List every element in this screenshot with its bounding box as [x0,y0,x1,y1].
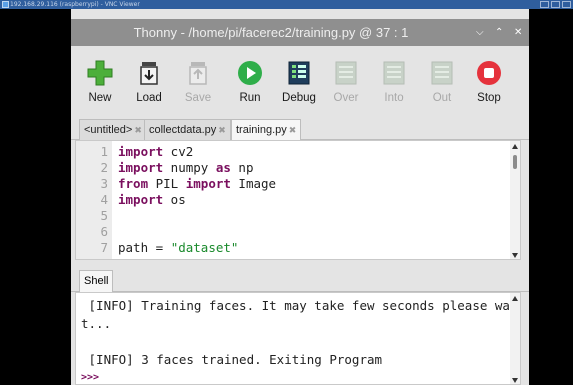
tab-close-icon[interactable]: ✖ [218,125,226,135]
vnc-close-button[interactable] [562,1,571,8]
stop-button[interactable]: Stop [464,51,514,113]
step-out-button[interactable]: Out [417,51,467,113]
scroll-up-arrow-icon[interactable] [512,296,518,301]
step-into-button[interactable]: Into [369,51,419,113]
keyword-token: as [215,160,231,175]
scroll-down-arrow-icon[interactable] [512,253,518,258]
tab-training[interactable]: training.py ✖ [231,119,302,141]
shell-output-line: [INFO] Training faces. It may take few s… [81,298,518,313]
vnc-app-icon [2,1,9,8]
save-jar-icon [189,62,207,85]
keyword-token: import [118,160,164,175]
shell-tabs: Shell [71,264,529,292]
code-token: np [230,160,254,175]
scroll-up-arrow-icon[interactable] [512,144,518,149]
shell-output-line: t... [81,316,112,331]
line-number: 5 [100,208,108,223]
vnc-title: 192.168.29.116 (raspberrypi) - VNC Viewe… [10,1,140,8]
code-token: PIL [148,176,186,191]
window-titlebar[interactable]: Thonny - /home/pi/facerec2/training.py @… [71,19,529,46]
step-out-icon [431,61,453,85]
debug-icon [288,61,310,85]
code-token: numpy [163,160,216,175]
load-button[interactable]: Load [124,51,174,113]
editor-scrollbar[interactable] [510,141,520,259]
code-line: import cv2 [118,144,193,159]
new-plus-icon [87,60,113,86]
keyword-token: from [118,176,149,191]
step-into-icon [383,61,405,85]
thonny-window: Thonny - /home/pi/facerec2/training.py @… [71,9,529,385]
code-token: Image [230,176,277,191]
window-title: Thonny - /home/pi/facerec2/training.py @… [133,25,409,40]
code-line: from PIL import Image [118,176,276,191]
keyword-token: import [118,192,164,207]
scrollbar-thumb[interactable] [513,155,517,169]
line-number: 6 [100,224,108,239]
line-number: 3 [100,176,108,191]
maximize-chevron-icon[interactable]: ⌃ [495,19,503,46]
tab-close-icon[interactable]: ✖ [289,125,297,135]
minimize-chevron-icon[interactable]: ⌵ [476,19,484,46]
string-token: "dataset" [170,240,239,255]
vnc-maximize-button[interactable] [551,1,560,8]
save-button[interactable]: Save [173,51,223,113]
keyword-token: import [118,144,164,159]
editor-tabs: <untitled> ✖ collectdata.py ✖ training.py ✖ [71,116,529,141]
line-number: 1 [100,144,108,159]
code-token: os [163,192,186,207]
run-button[interactable]: Run [225,51,275,113]
run-play-icon [238,61,262,85]
shell-scrollbar[interactable] [510,293,520,384]
shell-output-line: [INFO] 3 faces trained. Exiting Program [81,352,383,367]
tab-untitled[interactable]: <untitled> ✖ [79,119,147,140]
line-number: 4 [100,192,108,207]
keyword-token: import [185,176,231,191]
line-number: 7 [100,240,108,255]
load-jar-icon [140,62,158,85]
code-line: import numpy as np [118,160,253,175]
code-line: import os [118,192,186,207]
tab-shell[interactable]: Shell [79,270,114,292]
shell-console[interactable]: [INFO] Training faces. It may take few s… [75,292,521,385]
scroll-down-arrow-icon[interactable] [512,378,518,383]
stop-icon [477,61,501,85]
vnc-window-controls [540,1,571,8]
new-button[interactable]: New [75,51,125,113]
code-token: path = [118,240,171,255]
debug-button[interactable]: Debug [274,51,324,113]
tab-collectdata[interactable]: collectdata.py ✖ [144,119,231,140]
code-token: cv2 [163,144,194,159]
vnc-minimize-button[interactable] [540,1,549,8]
shell-prompt[interactable]: >>> [81,372,99,383]
tab-close-icon[interactable]: ✖ [134,125,142,135]
code-editor[interactable]: 1234567 import cv2 import numpy as np from… [75,140,521,260]
step-over-icon [335,61,357,85]
close-icon[interactable]: ✕ [514,19,522,46]
line-number-gutter: 1234567 [76,141,112,259]
step-over-button[interactable]: Over [321,51,371,113]
line-number: 2 [100,160,108,175]
toolbar: New Load Save Run Debug Over Into Out St… [71,46,529,116]
code-line: path = "dataset" [118,240,238,255]
vnc-titlebar: 192.168.29.116 (raspberrypi) - VNC Viewe… [0,0,573,9]
